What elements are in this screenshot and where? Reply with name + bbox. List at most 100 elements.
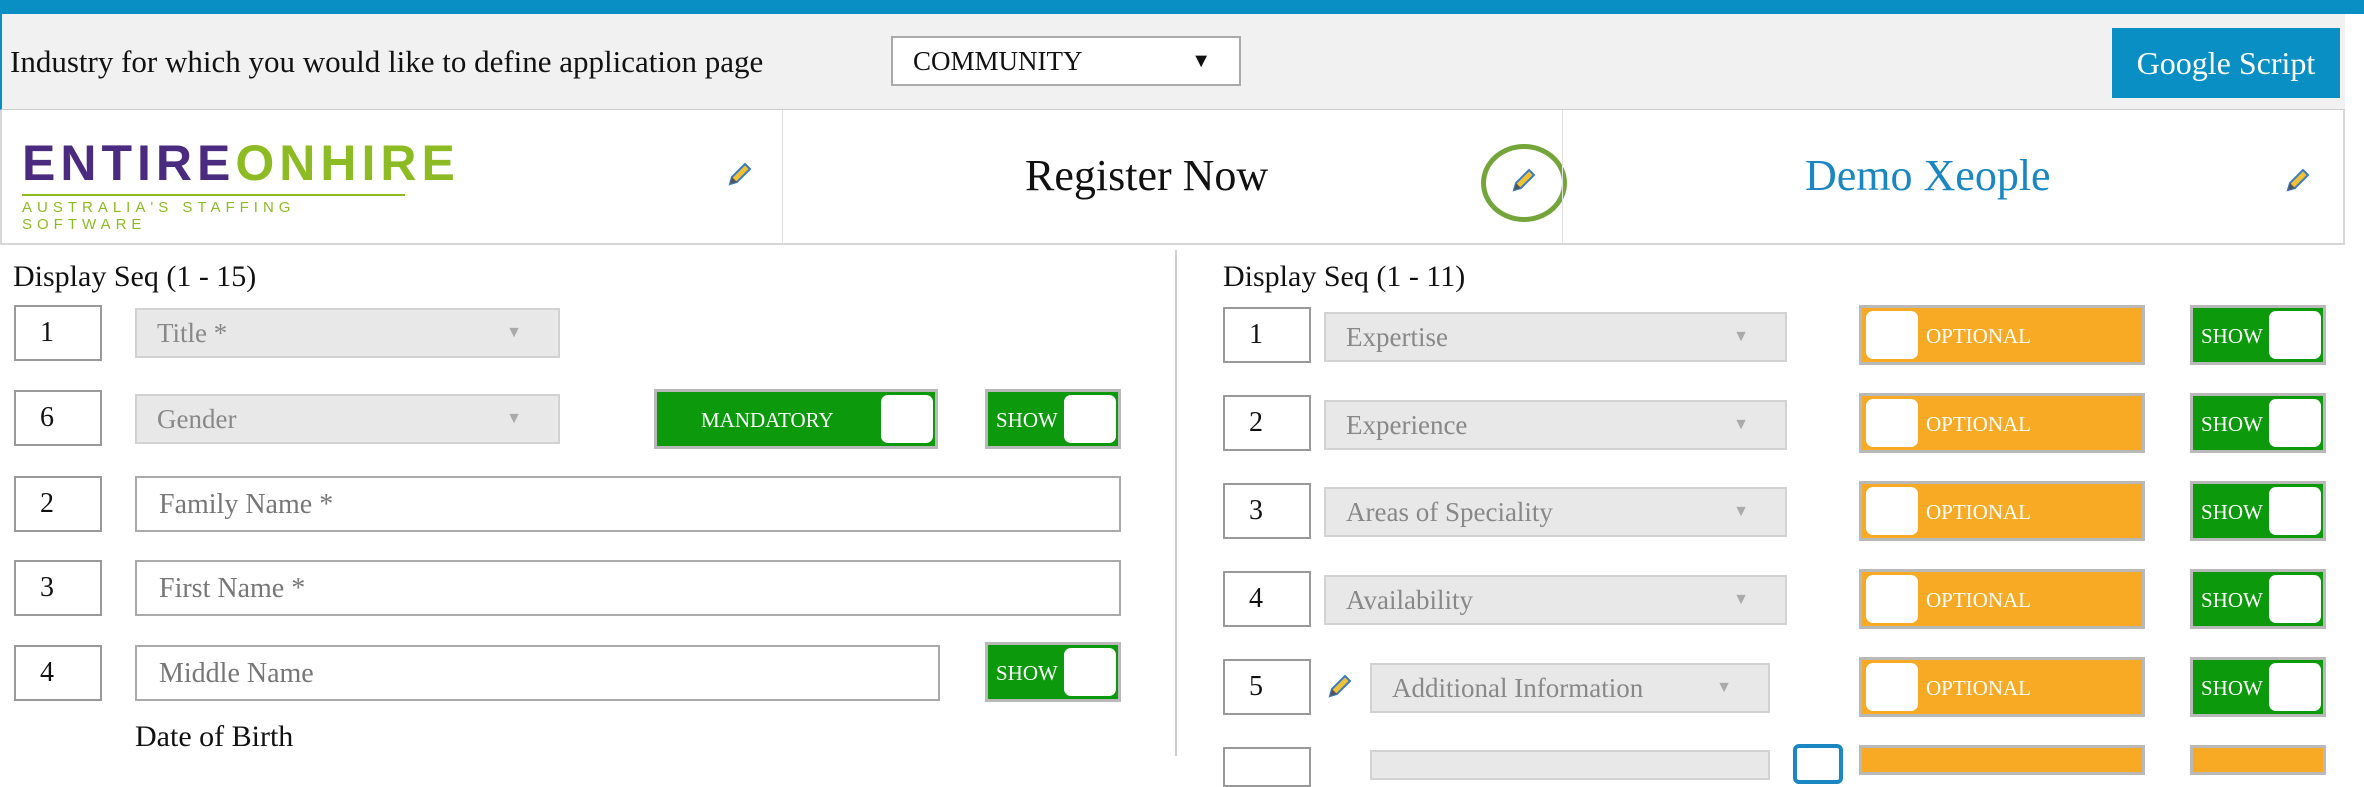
toggle-label: SHOW [996, 661, 1058, 685]
toggle-label: OPTIONAL [1926, 324, 2031, 348]
chevron-down-icon: ▼ [506, 410, 522, 427]
optional-toggle[interactable]: OPTIONAL [1859, 569, 2145, 629]
middle-name-input[interactable]: Middle Name [135, 645, 940, 701]
show-toggle[interactable]: SHOW [985, 389, 1121, 449]
toggle-knob [2269, 487, 2321, 535]
seq-input[interactable]: 6 [14, 390, 102, 446]
gender-select: Gender ▼ [135, 394, 560, 444]
toggle-label: MANDATORY [701, 408, 834, 432]
logo-tagline: AUSTRALIA'S STAFFING SOFTWARE [22, 194, 405, 233]
edit-field-pencil-icon[interactable] [1326, 672, 1354, 700]
field-label: Availability [1346, 584, 1473, 615]
family-name-input[interactable]: Family Name * [135, 476, 1121, 532]
chevron-down-icon: ▼ [1716, 679, 1732, 696]
industry-row: Industry for which you would like to def… [0, 14, 2345, 110]
toggle-knob [1064, 648, 1116, 696]
toggle-label: SHOW [2201, 500, 2263, 524]
show-toggle[interactable]: SHOW [2190, 481, 2326, 541]
toggle-label: SHOW [2201, 412, 2263, 436]
show-toggle[interactable]: SHOW [2190, 657, 2326, 717]
optional-toggle[interactable] [1859, 745, 2145, 775]
left-seq-heading: Display Seq (1 - 15) [13, 260, 257, 293]
right-seq-heading: Display Seq (1 - 11) [1223, 260, 1466, 293]
experience-select: Experience ▼ [1324, 400, 1787, 450]
chevron-down-icon: ▼ [1733, 503, 1749, 520]
top-accent-bar [0, 0, 2364, 14]
industry-select[interactable]: COMMUNITY ▼ [891, 36, 1241, 86]
seq-input[interactable]: 3 [1223, 483, 1311, 539]
edit-logo-pencil-icon[interactable] [726, 160, 754, 188]
edit-company-pencil-icon[interactable] [2284, 166, 2312, 194]
industry-label: Industry for which you would like to def… [10, 44, 764, 79]
toggle-label: SHOW [996, 408, 1058, 432]
availability-select: Availability ▼ [1324, 575, 1787, 625]
toggle-label: SHOW [2201, 588, 2263, 612]
date-of-birth-label: Date of Birth [135, 720, 294, 753]
additional-information-select: Additional Information ▼ [1370, 663, 1770, 713]
industry-select-value: COMMUNITY [913, 45, 1083, 76]
chevron-down-icon: ▼ [1191, 49, 1211, 72]
toggle-label: OPTIONAL [1926, 412, 2031, 436]
seq-input[interactable]: 1 [14, 305, 102, 361]
branding-row: ENTIREONHIRE AUSTRALIA'S STAFFING SOFTWA… [0, 110, 2345, 245]
expertise-select: Expertise ▼ [1324, 312, 1787, 362]
optional-toggle[interactable]: OPTIONAL [1859, 305, 2145, 365]
field-label: Title * [157, 317, 228, 348]
toggle-knob [2269, 575, 2321, 623]
field-label: Expertise [1346, 321, 1448, 352]
show-toggle[interactable]: SHOW [2190, 305, 2326, 365]
optional-toggle[interactable]: OPTIONAL [1859, 657, 2145, 717]
toggle-knob [1064, 395, 1116, 443]
toggle-label: SHOW [2201, 676, 2263, 700]
chevron-down-icon: ▼ [1733, 591, 1749, 608]
show-toggle[interactable] [2190, 745, 2326, 775]
toggle-knob [1866, 399, 1918, 447]
form-list-icon[interactable] [1793, 744, 1843, 784]
logo-text-primary: ENTIRE [22, 135, 236, 191]
toggle-knob [881, 395, 933, 443]
toggle-knob [2269, 399, 2321, 447]
title-select: Title * ▼ [135, 308, 560, 358]
seq-input[interactable] [1223, 747, 1311, 787]
show-toggle[interactable]: SHOW [985, 642, 1121, 702]
logo-text-secondary: ONHIRE [235, 135, 460, 191]
logo: ENTIREONHIRE AUSTRALIA'S STAFFING SOFTWA… [22, 138, 460, 233]
seq-input[interactable]: 4 [1223, 571, 1311, 627]
field-select [1370, 750, 1770, 780]
edit-register-pencil-icon[interactable] [1510, 166, 1538, 194]
field-label: Experience [1346, 409, 1468, 440]
toggle-label: OPTIONAL [1926, 500, 2031, 524]
chevron-down-icon: ▼ [1733, 416, 1749, 433]
register-title: Register Now [1025, 151, 1269, 200]
seq-input[interactable]: 5 [1223, 659, 1311, 715]
field-label: Additional Information [1392, 672, 1644, 703]
google-script-button[interactable]: Google Script [2112, 28, 2340, 98]
company-title: Demo Xeople [1805, 151, 2051, 200]
toggle-knob [2269, 311, 2321, 359]
show-toggle[interactable]: SHOW [2190, 569, 2326, 629]
toggle-knob [1866, 575, 1918, 623]
column-divider [1175, 250, 1177, 756]
field-label: Gender [157, 403, 237, 434]
seq-input[interactable]: 1 [1223, 307, 1311, 363]
areas-of-speciality-select: Areas of Speciality ▼ [1324, 487, 1787, 537]
seq-input[interactable]: 2 [14, 476, 102, 532]
chevron-down-icon: ▼ [506, 324, 522, 341]
show-toggle[interactable]: SHOW [2190, 393, 2326, 453]
toggle-label: SHOW [2201, 324, 2263, 348]
toggle-knob [1866, 487, 1918, 535]
optional-toggle[interactable]: OPTIONAL [1859, 481, 2145, 541]
toggle-label: OPTIONAL [1926, 588, 2031, 612]
mandatory-toggle[interactable]: MANDATORY [654, 389, 938, 449]
chevron-down-icon: ▼ [1733, 328, 1749, 345]
toggle-knob [2269, 663, 2321, 711]
field-label: Areas of Speciality [1346, 496, 1553, 527]
toggle-label: OPTIONAL [1926, 676, 2031, 700]
seq-input[interactable]: 4 [14, 645, 102, 701]
optional-toggle[interactable]: OPTIONAL [1859, 393, 2145, 453]
toggle-knob [1866, 311, 1918, 359]
seq-input[interactable]: 3 [14, 560, 102, 616]
first-name-input[interactable]: First Name * [135, 560, 1121, 616]
seq-input[interactable]: 2 [1223, 395, 1311, 451]
toggle-knob [1866, 663, 1918, 711]
